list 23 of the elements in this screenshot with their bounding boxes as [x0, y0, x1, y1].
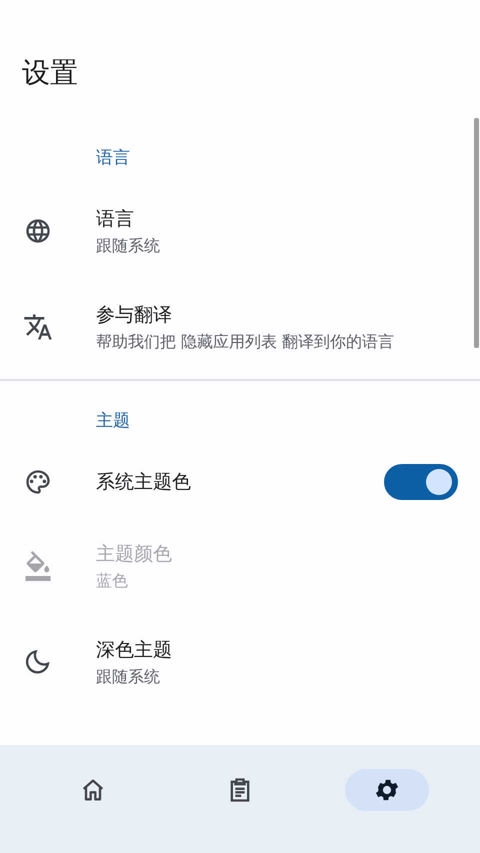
settings-item[interactable]: 语言 跟随系统 — [0, 183, 480, 279]
moon-icon — [24, 648, 52, 676]
page-title: 设置 — [21, 55, 79, 91]
item-subtitle: 跟随系统 — [96, 236, 161, 256]
section-header: 语言 — [95, 147, 131, 170]
settings-item[interactable]: 系统主题色 — [0, 446, 480, 518]
toggle-switch[interactable] — [384, 464, 458, 500]
palette-icon — [24, 468, 52, 496]
settings-item[interactable]: 深色主题 跟随系统 — [0, 614, 480, 710]
item-title: 深色主题 — [96, 638, 173, 662]
paint-bucket-icon — [23, 551, 53, 581]
item-subtitle: 跟随系统 — [96, 666, 161, 688]
item-title: 语言 — [96, 206, 135, 232]
globe-icon — [24, 217, 52, 245]
nav-tab[interactable] — [344, 769, 429, 811]
item-subtitle: 帮助我们把 隐藏应用列表 翻译到你的语言 — [96, 332, 396, 352]
translate-icon — [23, 312, 53, 342]
item-title: 参与翻译 — [96, 302, 173, 328]
item-title: 系统主题色 — [96, 470, 192, 495]
item-title: 主题颜色 — [96, 542, 173, 566]
item-subtitle: 蓝色 — [96, 570, 129, 592]
section-header: 主题 — [95, 410, 131, 433]
settings-item[interactable]: 参与翻译 帮助我们把 隐藏应用列表 翻译到你的语言 — [0, 279, 480, 375]
